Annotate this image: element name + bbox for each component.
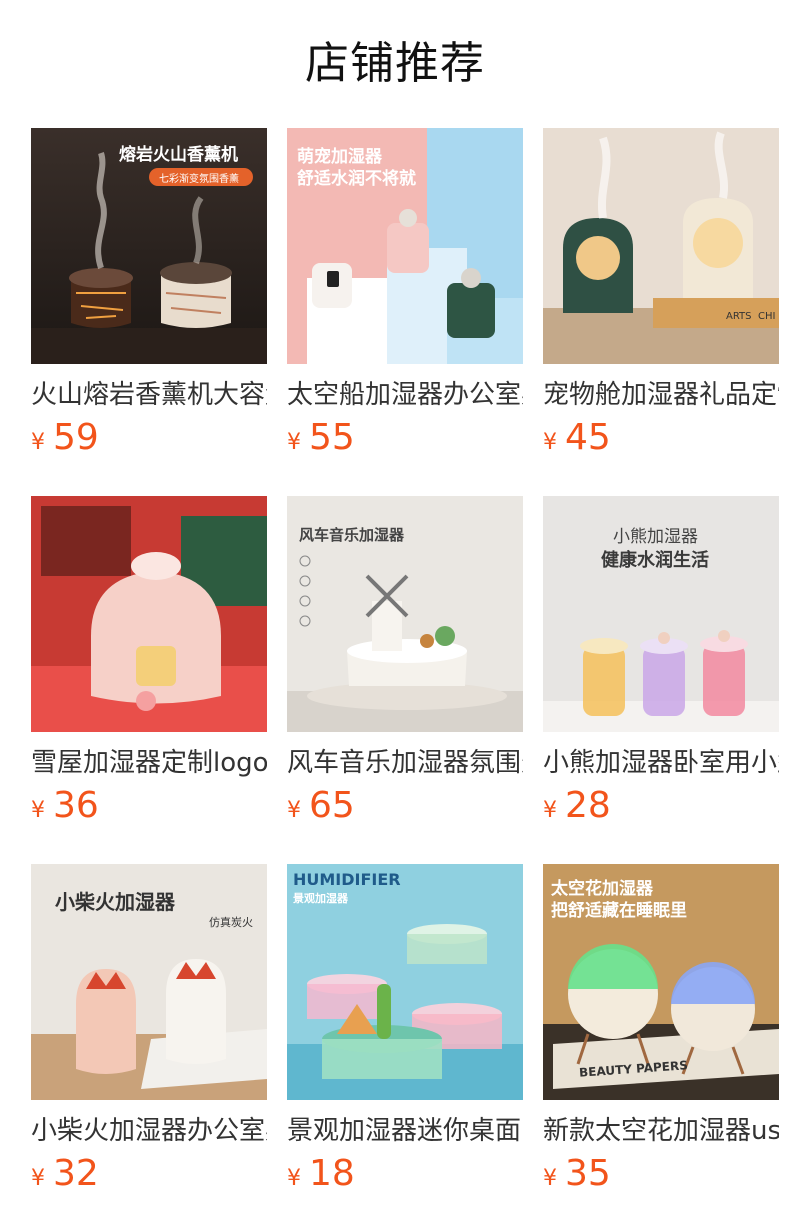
product-name[interactable]: 景观加湿器迷你桌面 <box>287 1114 523 1148</box>
product-price: ¥ 55 <box>287 418 523 458</box>
image-caption: ARTS <box>726 311 752 322</box>
product-price: ¥ 35 <box>543 1154 779 1194</box>
currency-symbol: ¥ <box>31 1166 45 1191</box>
product-card[interactable]: 熔岩火山香薰机 七彩渐变氛围香薰 火山熔岩香薰机大容量 ¥ 59 <box>31 128 267 458</box>
product-price: ¥ 45 <box>543 418 779 458</box>
image-subcaption: 景观加湿器 <box>293 892 348 905</box>
product-card[interactable]: 太空花加湿器 把舒适藏在睡眠里 BEAUTY PAPERS 新款太空花加湿器us… <box>543 864 779 1194</box>
image-subcaption: 把舒适藏在睡眠里 <box>551 901 687 921</box>
product-price: ¥ 18 <box>287 1154 523 1194</box>
product-price: ¥ 32 <box>31 1154 267 1194</box>
product-card[interactable]: 小柴火加湿器 仿真炭火 小柴火加湿器办公室桌面 ¥ 32 <box>31 864 267 1194</box>
image-subcaption: 仿真炭火 <box>209 916 253 929</box>
currency-symbol: ¥ <box>543 430 557 455</box>
price-value: 59 <box>53 417 99 458</box>
product-card[interactable]: 风车音乐加湿器 风车音乐加湿器氛围灯 ¥ 65 <box>287 496 523 826</box>
product-name[interactable]: 火山熔岩香薰机大容量 <box>31 378 267 412</box>
image-subcaption: 七彩渐变氛围香薰 <box>159 174 239 185</box>
product-name[interactable]: 新款太空花加湿器usb <box>543 1114 779 1148</box>
image-caption: 小柴火加湿器 <box>55 890 175 914</box>
currency-symbol: ¥ <box>31 430 45 455</box>
price-value: 55 <box>309 417 355 458</box>
product-name[interactable]: 雪屋加湿器定制logo <box>31 746 267 780</box>
product-card[interactable]: 小熊加湿器 健康水润生活 小熊加湿器卧室用小型 ¥ 28 <box>543 496 779 826</box>
product-name[interactable]: 小熊加湿器卧室用小型 <box>543 746 779 780</box>
product-image[interactable]: 风车音乐加湿器 <box>287 496 523 732</box>
product-price: ¥ 36 <box>31 786 267 826</box>
product-image[interactable]: 小熊加湿器 健康水润生活 <box>543 496 779 732</box>
price-value: 65 <box>309 785 355 826</box>
price-value: 35 <box>565 1153 611 1194</box>
product-image[interactable]: 小柴火加湿器 仿真炭火 <box>31 864 267 1100</box>
price-value: 32 <box>53 1153 99 1194</box>
product-image[interactable]: 萌宠加湿器 舒适水润不将就 <box>287 128 523 364</box>
image-subcaption: 健康水润生活 <box>601 550 709 571</box>
image-caption: 小熊加湿器 <box>613 527 698 547</box>
currency-symbol: ¥ <box>287 430 301 455</box>
product-image[interactable]: HUMIDIFIER 景观加湿器 <box>287 864 523 1100</box>
product-card[interactable]: 雪屋加湿器定制logo ¥ 36 <box>31 496 267 826</box>
currency-symbol: ¥ <box>287 1166 301 1191</box>
image-caption: HUMIDIFIER <box>293 870 401 889</box>
page-title: 店铺推荐 <box>305 38 485 89</box>
image-subcaption: CHI <box>758 311 776 322</box>
currency-symbol: ¥ <box>543 1166 557 1191</box>
price-value: 45 <box>565 417 611 458</box>
currency-symbol: ¥ <box>543 798 557 823</box>
product-card[interactable]: ARTS CHI 宠物舱加湿器礼品定制 ¥ 45 <box>543 128 779 458</box>
product-image[interactable]: 太空花加湿器 把舒适藏在睡眠里 BEAUTY PAPERS <box>543 864 779 1100</box>
product-name[interactable]: 太空船加湿器办公室桌面 <box>287 378 523 412</box>
image-subcaption: 舒适水润不将就 <box>297 169 416 189</box>
product-card[interactable]: HUMIDIFIER 景观加湿器 景观加湿器迷你桌面 ¥ 18 <box>287 864 523 1194</box>
product-price: ¥ 28 <box>543 786 779 826</box>
product-card[interactable]: 萌宠加湿器 舒适水润不将就 太空船加湿器办公室桌面 ¥ 55 <box>287 128 523 458</box>
product-image[interactable]: ARTS CHI <box>543 128 779 364</box>
image-caption: 熔岩火山香薰机 <box>119 145 238 165</box>
price-value: 18 <box>309 1153 355 1194</box>
product-name[interactable]: 小柴火加湿器办公室桌面 <box>31 1114 267 1148</box>
product-price: ¥ 59 <box>31 418 267 458</box>
product-name[interactable]: 宠物舱加湿器礼品定制 <box>543 378 779 412</box>
product-price: ¥ 65 <box>287 786 523 826</box>
image-caption: 风车音乐加湿器 <box>299 526 405 544</box>
price-value: 28 <box>565 785 611 826</box>
price-value: 36 <box>53 785 99 826</box>
product-image[interactable] <box>31 496 267 732</box>
product-name[interactable]: 风车音乐加湿器氛围灯 <box>287 746 523 780</box>
currency-symbol: ¥ <box>31 798 45 823</box>
product-image[interactable]: 熔岩火山香薰机 七彩渐变氛围香薰 <box>31 128 267 364</box>
currency-symbol: ¥ <box>287 798 301 823</box>
